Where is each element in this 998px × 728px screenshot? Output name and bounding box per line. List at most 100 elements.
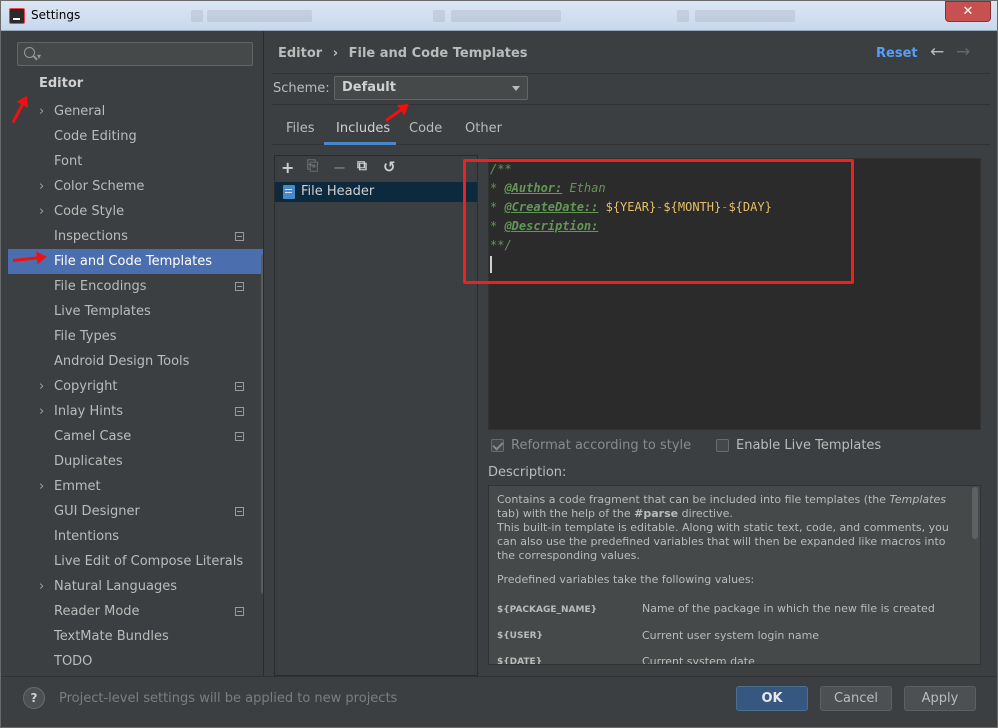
settings-content: Editor › File and Code Templates Reset ←… xyxy=(264,31,997,676)
sidebar-item-duplicates[interactable]: Duplicates xyxy=(8,449,263,474)
list-item-label: File Header xyxy=(301,184,375,199)
sidebar-item-code-editing[interactable]: Code Editing xyxy=(8,124,263,149)
sidebar-item-file-encodings[interactable]: File Encodings xyxy=(8,274,263,299)
chevron-right-icon[interactable]: › xyxy=(39,474,44,499)
sidebar-item-copyright[interactable]: › Copyright xyxy=(8,374,263,399)
chevron-down-icon xyxy=(512,86,520,91)
settings-search-input[interactable]: ▾ xyxy=(17,42,253,66)
scheme-label: Scheme: xyxy=(273,81,330,96)
sidebar-item-label: File Types xyxy=(54,329,117,344)
sidebar-item-reader-mode[interactable]: Reader Mode xyxy=(8,599,263,624)
scheme-divider xyxy=(272,104,990,105)
chevron-right-icon[interactable]: › xyxy=(39,199,44,224)
annotation-highlight-box xyxy=(463,159,854,284)
apply-button[interactable]: Apply xyxy=(904,686,976,711)
project-level-icon xyxy=(235,407,244,416)
description-label: Description: xyxy=(488,465,567,480)
sidebar-item-label: Inspections xyxy=(54,229,128,244)
remove-icon: − xyxy=(333,158,347,177)
variable-description: Current system date xyxy=(642,655,755,665)
sidebar-item-natural-languages[interactable]: › Natural Languages xyxy=(8,574,263,599)
window-close-button[interactable]: ✕ xyxy=(945,1,991,22)
sidebar-item-code-style[interactable]: › Code Style xyxy=(8,199,263,224)
sidebar-item-label: File and Code Templates xyxy=(54,254,212,269)
templates-list-panel: + ⎘ − ⧉ ↺ File Header xyxy=(274,155,478,676)
search-dropdown-icon[interactable]: ▾ xyxy=(37,52,41,61)
search-icon xyxy=(24,47,35,58)
title-bar: Settings ✕ xyxy=(1,1,997,31)
sidebar-heading-editor[interactable]: Editor xyxy=(39,76,83,91)
background-tab-ghost xyxy=(695,10,795,22)
sidebar-item-todo[interactable]: TODO xyxy=(8,649,263,674)
variable-name: ${DATE} xyxy=(497,657,543,665)
background-tab-icon xyxy=(191,10,203,22)
project-level-icon xyxy=(235,232,244,241)
sidebar-item-label: TextMate Bundles xyxy=(54,629,169,644)
description-text: directive. xyxy=(678,507,733,520)
background-tab-icon xyxy=(677,10,689,22)
help-icon[interactable]: ? xyxy=(23,687,45,709)
variable-description: Name of the package in which the new fil… xyxy=(642,602,935,615)
sidebar-item-font[interactable]: Font xyxy=(8,149,263,174)
sidebar-item-textmate-bundles[interactable]: TextMate Bundles xyxy=(8,624,263,649)
forward-arrow-icon: → xyxy=(956,42,971,62)
sidebar-item-file-types[interactable]: File Types xyxy=(8,324,263,349)
duplicate-icon[interactable]: ⧉ xyxy=(357,158,367,174)
chevron-right-icon[interactable]: › xyxy=(39,374,44,399)
sidebar-item-inlay-hints[interactable]: › Inlay Hints xyxy=(8,399,263,424)
tab-includes[interactable]: Includes xyxy=(336,121,390,136)
tab-other[interactable]: Other xyxy=(465,121,502,136)
sidebar-item-label: Code Editing xyxy=(54,129,137,144)
revert-icon[interactable]: ↺ xyxy=(383,158,396,176)
description-text: tab) with the help of the xyxy=(497,507,635,520)
project-level-icon xyxy=(235,607,244,616)
description-scrollbar[interactable] xyxy=(972,487,978,539)
sidebar-item-label: GUI Designer xyxy=(54,504,140,519)
file-template-icon xyxy=(283,185,295,199)
sidebar-item-live-edit-of-compose-literals[interactable]: Live Edit of Compose Literals xyxy=(8,549,263,574)
tab-code[interactable]: Code xyxy=(409,121,442,136)
enable-live-templates-label[interactable]: Enable Live Templates xyxy=(736,438,881,453)
breadcrumb-separator: › xyxy=(332,46,339,61)
chevron-right-icon[interactable]: › xyxy=(39,174,44,199)
scheme-select[interactable]: Default xyxy=(334,76,528,100)
settings-window: Settings ✕ ▾ Editor › General Code Editing… xyxy=(0,0,998,728)
sidebar-item-color-scheme[interactable]: › Color Scheme xyxy=(8,174,263,199)
cancel-button[interactable]: Cancel xyxy=(820,686,892,711)
reset-link[interactable]: Reset xyxy=(876,46,918,61)
project-level-icon xyxy=(235,282,244,291)
sidebar-item-label: File Encodings xyxy=(54,279,147,294)
sidebar-item-label: Font xyxy=(54,154,83,169)
background-tab-ghost xyxy=(207,10,312,22)
tab-files[interactable]: Files xyxy=(286,121,315,136)
chevron-right-icon[interactable]: › xyxy=(39,99,44,124)
sidebar-item-android-design-tools[interactable]: Android Design Tools xyxy=(8,349,263,374)
back-arrow-icon[interactable]: ← xyxy=(930,42,944,62)
sidebar-item-label: General xyxy=(54,104,106,119)
description-panel: Contains a code fragment that can be inc… xyxy=(488,485,981,665)
intellij-app-icon xyxy=(9,8,25,24)
sidebar-item-label: Intentions xyxy=(54,529,120,544)
sidebar-item-label: Copyright xyxy=(54,379,118,394)
list-item-file-header[interactable]: File Header xyxy=(275,182,477,202)
sidebar-item-general[interactable]: › General xyxy=(8,99,263,124)
sidebar-item-intentions[interactable]: Intentions xyxy=(8,524,263,549)
chevron-right-icon[interactable]: › xyxy=(39,574,44,599)
sidebar-item-gui-designer[interactable]: GUI Designer xyxy=(8,499,263,524)
enable-live-templates-checkbox[interactable] xyxy=(716,439,729,452)
sidebar-item-live-templates[interactable]: Live Templates xyxy=(8,299,263,324)
sidebar-item-label: Natural Languages xyxy=(54,579,178,594)
sidebar-item-camel-case[interactable]: Camel Case xyxy=(8,424,263,449)
sidebar-item-label: TODO xyxy=(54,654,93,669)
sidebar-item-emmet[interactable]: › Emmet xyxy=(8,474,263,499)
chevron-right-icon[interactable]: › xyxy=(39,399,44,424)
breadcrumb-parent: Editor xyxy=(278,46,323,61)
ok-button[interactable]: OK xyxy=(736,686,808,711)
variable-description: Current user system login name xyxy=(642,629,820,642)
sidebar-item-label: Duplicates xyxy=(54,454,123,469)
description-text: #parse xyxy=(634,507,679,520)
sidebar-item-label: Color Scheme xyxy=(54,179,145,194)
sidebar-item-inspections[interactable]: Inspections xyxy=(8,224,263,249)
variable-name: ${USER} xyxy=(497,631,543,641)
add-icon[interactable]: + xyxy=(281,158,294,177)
